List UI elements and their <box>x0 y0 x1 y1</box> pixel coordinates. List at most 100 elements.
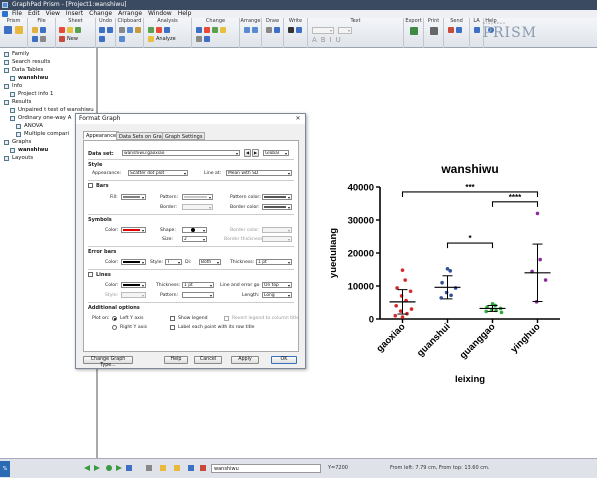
open-file-icon[interactable] <box>32 27 38 33</box>
bars-checkbox[interactable] <box>88 183 93 188</box>
next-dataset-button[interactable]: ▶ <box>252 149 259 157</box>
navigator-item[interactable]: Info <box>12 83 22 89</box>
transform-icon[interactable] <box>148 27 154 33</box>
next-sheet-icon[interactable] <box>94 465 100 471</box>
symbol-color-picker[interactable] <box>121 227 146 233</box>
format-graph-icon[interactable] <box>204 27 210 33</box>
size-select[interactable]: 2 <box>182 236 207 242</box>
navigator-item[interactable]: Ordinary one-way A <box>18 115 71 121</box>
draw-line-icon[interactable] <box>266 27 272 33</box>
save-icon[interactable] <box>40 27 46 33</box>
fit-curve-icon[interactable] <box>156 27 162 33</box>
menu-window[interactable]: Window <box>148 10 172 18</box>
navigator-item[interactable]: wanshiwu <box>18 75 48 81</box>
sheet-tab[interactable]: wanshiwu <box>211 464 321 473</box>
line-pattern-select[interactable] <box>182 292 214 298</box>
highlight-icon[interactable] <box>174 465 180 471</box>
paste-icon[interactable] <box>135 27 141 33</box>
border-thickness-select[interactable] <box>262 236 292 242</box>
font-select[interactable] <box>312 27 334 34</box>
errorbar-style-select[interactable]: T <box>165 259 182 265</box>
align-icon[interactable] <box>244 27 250 33</box>
send-word-icon[interactable] <box>456 27 462 33</box>
line-thickness-select[interactable]: 1 pt <box>182 282 214 288</box>
send-ppt-icon[interactable] <box>448 27 454 33</box>
insert-text-icon[interactable] <box>296 27 302 33</box>
line-color-picker[interactable] <box>121 282 146 288</box>
direction-select[interactable]: Both <box>199 259 221 265</box>
navigator-item[interactable]: Layouts <box>12 155 33 161</box>
navigator-item[interactable]: wanshiwu <box>18 147 48 153</box>
cut-icon[interactable] <box>119 27 125 33</box>
text-format-buttons[interactable]: ABIU <box>312 36 345 44</box>
folder-icon[interactable] <box>160 465 166 471</box>
left-y-axis-radio[interactable] <box>112 316 117 321</box>
menu-file[interactable]: File <box>12 10 22 18</box>
print-icon[interactable] <box>430 27 438 35</box>
analyze-icon[interactable] <box>148 36 154 42</box>
appearance-select[interactable]: Scatter dot plot <box>128 170 188 176</box>
label-each-point-checkbox[interactable] <box>170 325 175 330</box>
global-select[interactable]: Global <box>263 150 289 156</box>
dataset-select[interactable]: wanshiwu:gaoxiao <box>122 150 240 156</box>
navigator-item[interactable]: Results <box>12 99 31 105</box>
paste-special-icon[interactable] <box>119 36 125 42</box>
analyze-button[interactable]: Analyze <box>156 36 176 42</box>
print-file-icon[interactable] <box>40 36 46 42</box>
errorbar-thickness-select[interactable]: 1 pt <box>256 259 292 265</box>
symbol-border-color-picker[interactable] <box>262 227 292 233</box>
menu-edit[interactable]: Edit <box>28 10 40 18</box>
menu-arrange[interactable]: Arrange <box>118 10 142 18</box>
prism-home-icon[interactable] <box>4 26 12 34</box>
revert-legend-checkbox[interactable] <box>224 316 229 321</box>
format-axes-icon[interactable] <box>212 27 218 33</box>
group-icon[interactable] <box>252 27 258 33</box>
prev-sheet-icon[interactable] <box>84 465 90 471</box>
graph-type-icon[interactable] <box>196 27 202 33</box>
show-legend-checkbox[interactable] <box>170 316 175 321</box>
layout-icon[interactable] <box>188 465 194 471</box>
graph-icon[interactable] <box>200 465 206 471</box>
color-scheme-icon[interactable] <box>220 27 226 33</box>
errorbar-color-picker[interactable] <box>121 259 146 265</box>
apply-button[interactable]: Apply <box>231 356 259 364</box>
menu-insert[interactable]: Insert <box>66 10 83 18</box>
undo-icon[interactable] <box>99 27 105 33</box>
new-plus-icon[interactable] <box>59 36 65 42</box>
save-all-icon[interactable] <box>32 36 38 42</box>
cancel-button[interactable]: Cancel <box>194 356 222 364</box>
duplicate-sheet-icon[interactable] <box>67 27 73 33</box>
export-icon[interactable] <box>410 27 418 35</box>
tab-graph-settings[interactable]: Graph Settings <box>162 132 206 140</box>
undo-list-icon[interactable] <box>99 36 105 42</box>
border-select[interactable] <box>182 204 213 210</box>
link-icon[interactable] <box>126 465 132 471</box>
go-icon[interactable] <box>106 465 112 471</box>
change-graph-type-button[interactable]: Change Graph Type... <box>83 356 133 368</box>
right-y-axis-radio[interactable] <box>112 325 117 330</box>
help-button[interactable]: Help <box>164 356 188 364</box>
delete-sheet-icon[interactable] <box>75 27 81 33</box>
dialog-close-button[interactable]: ✕ <box>294 115 302 123</box>
navigator-item[interactable]: Multiple compari <box>24 131 69 137</box>
change-symbols-icon[interactable] <box>196 36 202 42</box>
prev-dataset-button[interactable]: ◀ <box>244 149 251 157</box>
font-size-select[interactable] <box>338 27 352 34</box>
draw-shape-icon[interactable] <box>274 27 280 33</box>
ok-button[interactable]: OK <box>271 356 297 364</box>
line-error-order-select[interactable]: On top <box>262 282 292 288</box>
menu-help[interactable]: Help <box>178 10 192 18</box>
line-style-select[interactable] <box>121 292 146 298</box>
column-stats-icon[interactable] <box>164 27 170 33</box>
open-folder-icon[interactable] <box>15 26 23 34</box>
pattern-picker[interactable] <box>182 194 213 200</box>
menu-change[interactable]: Change <box>89 10 112 18</box>
navigator-item[interactable]: Search results <box>12 59 50 65</box>
copy-icon[interactable] <box>127 27 133 33</box>
prism-logo-icon[interactable] <box>2 11 8 17</box>
navigator-item[interactable]: Project info 1 <box>18 91 53 97</box>
shape-picker[interactable] <box>182 227 207 233</box>
border-color-picker[interactable] <box>262 204 292 210</box>
play-icon[interactable] <box>116 465 122 471</box>
tab-appearance[interactable]: Appearance <box>83 131 120 140</box>
